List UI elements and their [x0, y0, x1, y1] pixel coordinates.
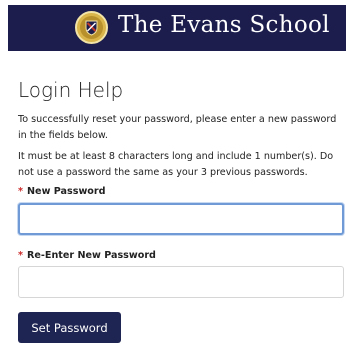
reenter-password-label-text: Re-Enter New Password [27, 250, 156, 261]
page-title: Login Help [18, 78, 124, 102]
password-requirements-text: It must be at least 8 characters long an… [18, 151, 334, 178]
reenter-password-input[interactable] [18, 266, 344, 298]
reenter-password-label: * Re-Enter New Password [18, 250, 156, 261]
new-password-label-text: New Password [27, 186, 106, 197]
set-password-button[interactable]: Set Password [18, 312, 121, 343]
new-password-label: * New Password [18, 186, 106, 197]
new-password-input[interactable] [18, 203, 344, 235]
site-header: The Evans School [8, 5, 346, 51]
school-name: The Evans School [118, 12, 330, 38]
school-crest-icon [75, 11, 108, 44]
required-marker: * [18, 186, 24, 197]
required-marker: * [18, 250, 24, 261]
intro-text: To successfully reset your password, ple… [18, 114, 337, 141]
